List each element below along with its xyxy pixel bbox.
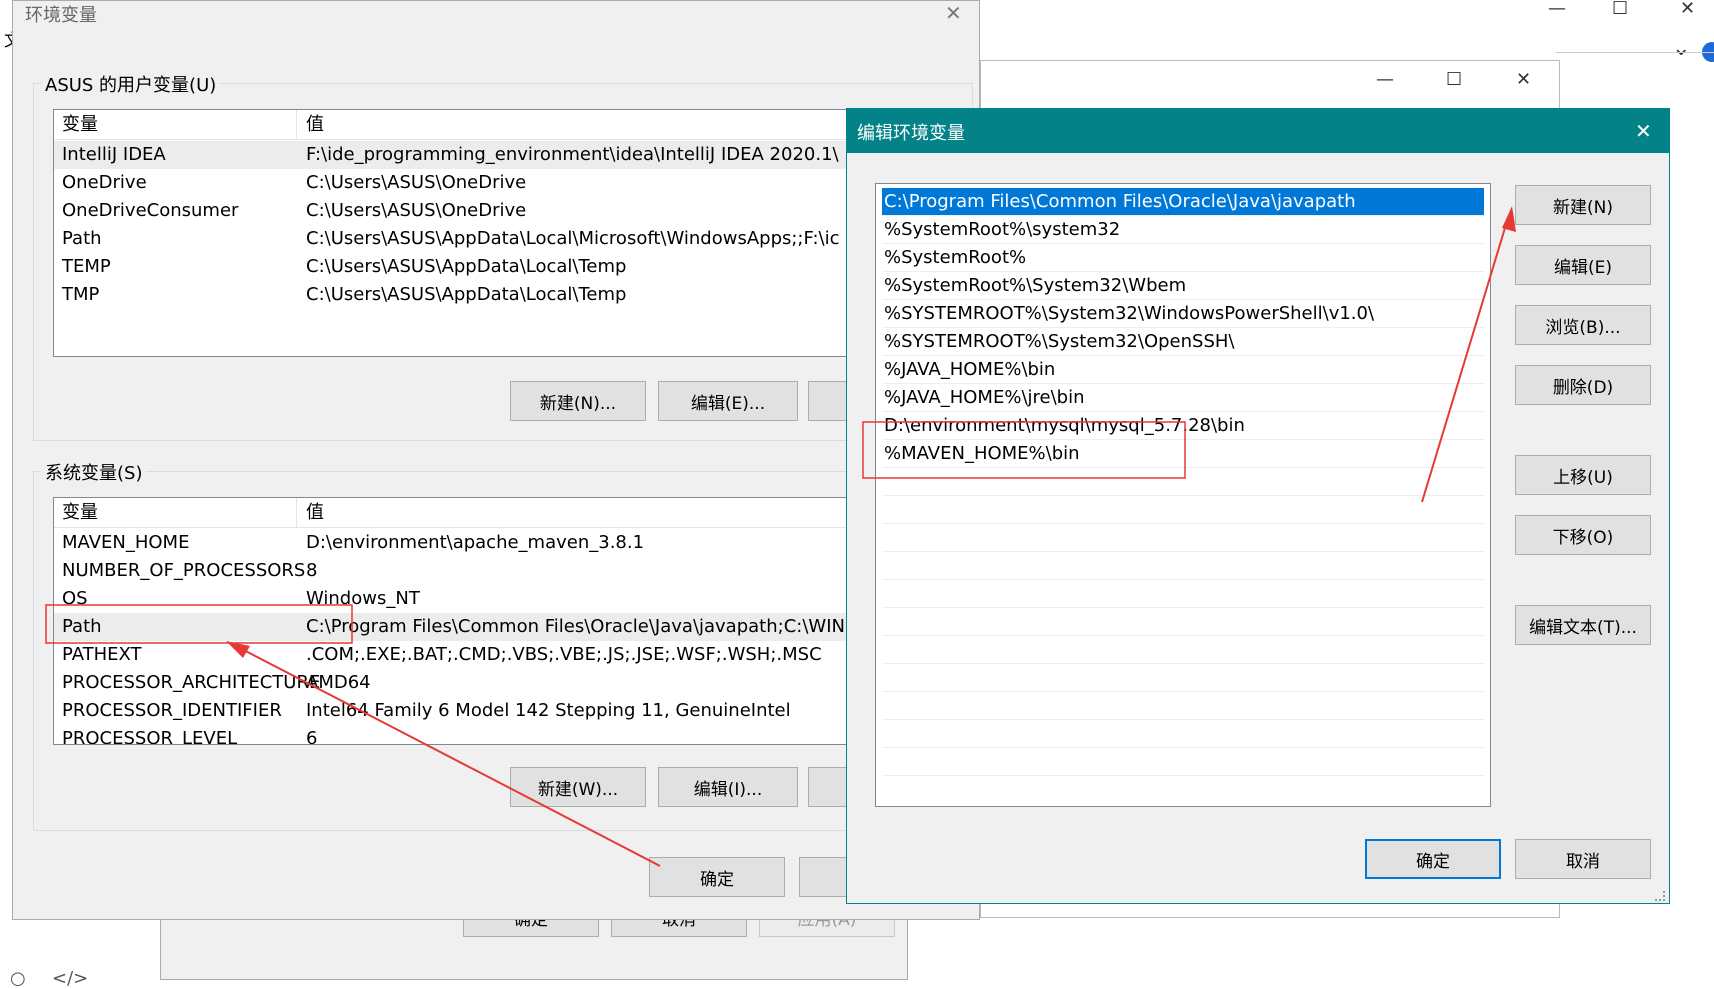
highlight-path-row: [45, 604, 353, 644]
annotation-layer: [45, 206, 1516, 867]
arrow-to-new-button: [1421, 217, 1509, 503]
arrow-ok-to-path: [235, 645, 661, 867]
highlight-maven-entry: [862, 421, 1186, 479]
arrow-head-new: [1502, 206, 1516, 232]
